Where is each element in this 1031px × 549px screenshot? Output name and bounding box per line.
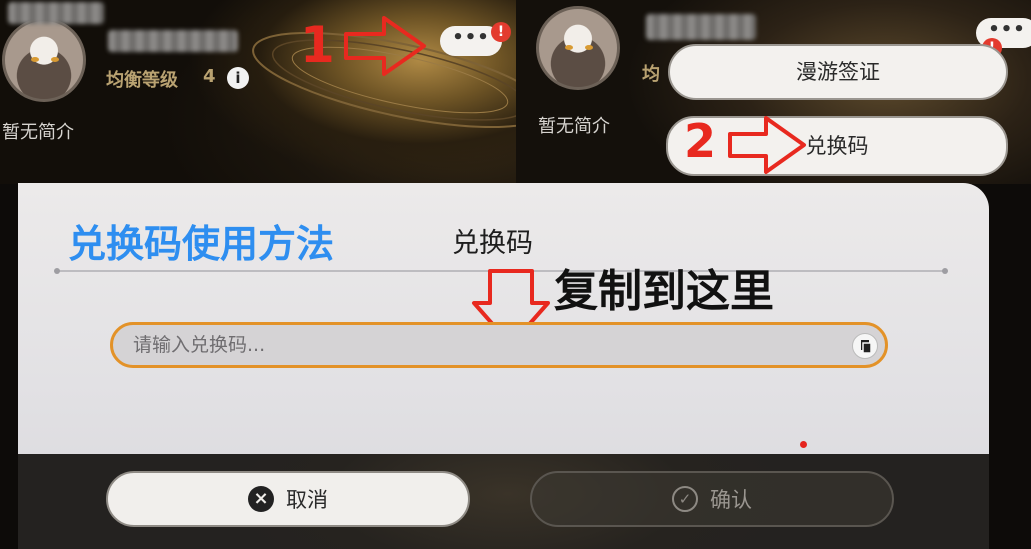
- dialog-title: 兑换码: [452, 228, 533, 259]
- close-circle-icon: ×: [248, 486, 274, 512]
- check-circle-icon: ✓: [672, 486, 698, 512]
- help-title: 兑换码使用方法: [68, 222, 335, 266]
- redeem-code-input[interactable]: [110, 322, 888, 368]
- confirm-label: 确认: [710, 488, 752, 512]
- profile-panel-right: 均 暂无简介 ••• ! 漫游签证 兑换码 2: [516, 0, 1031, 184]
- divider-end-dot: [54, 268, 60, 274]
- redeem-code-dialog: 兑换码使用方法 兑换码 复制到这里 × 取消 ✓ 确认: [18, 183, 989, 549]
- red-outline-arrow-icon: [344, 16, 426, 76]
- profile-intro: 暂无简介: [2, 122, 74, 143]
- divider-end-dot: [942, 268, 948, 274]
- menu-item-redeem-code[interactable]: 兑换码: [666, 116, 1008, 176]
- red-dot-mark: [800, 441, 807, 448]
- menu-item-label: 漫游签证: [796, 60, 880, 84]
- equilibrium-level-label-partial: 均: [642, 64, 660, 85]
- dialog-footer: × 取消 ✓ 确认: [18, 454, 989, 549]
- confirm-button[interactable]: ✓ 确认: [530, 471, 894, 527]
- avatar[interactable]: [536, 6, 620, 90]
- uid-blurred: [108, 30, 238, 52]
- cancel-label: 取消: [286, 488, 328, 512]
- menu-item-travel-visa[interactable]: 漫游签证: [668, 44, 1008, 100]
- profile-intro: 暂无简介: [538, 116, 610, 137]
- paste-here-annotation: 复制到这里: [554, 266, 774, 317]
- equilibrium-level-label: 均衡等级: [106, 70, 178, 91]
- red-outline-arrow-icon: [728, 116, 806, 174]
- avatar[interactable]: [2, 18, 86, 102]
- step-1-label: 1: [300, 16, 335, 74]
- paste-icon[interactable]: [852, 333, 878, 359]
- menu-item-label: 兑换码: [805, 134, 869, 158]
- step-2-label: 2: [684, 114, 717, 168]
- info-icon[interactable]: i: [227, 67, 249, 89]
- username-blurred: [8, 2, 104, 24]
- profile-panel-left: 均衡等级 4 i 暂无简介 1 ••• !: [0, 0, 516, 184]
- cancel-button[interactable]: × 取消: [106, 471, 470, 527]
- username-blurred: [646, 14, 756, 40]
- alert-badge-icon: !: [491, 22, 511, 42]
- equilibrium-level-value: 4: [203, 66, 216, 87]
